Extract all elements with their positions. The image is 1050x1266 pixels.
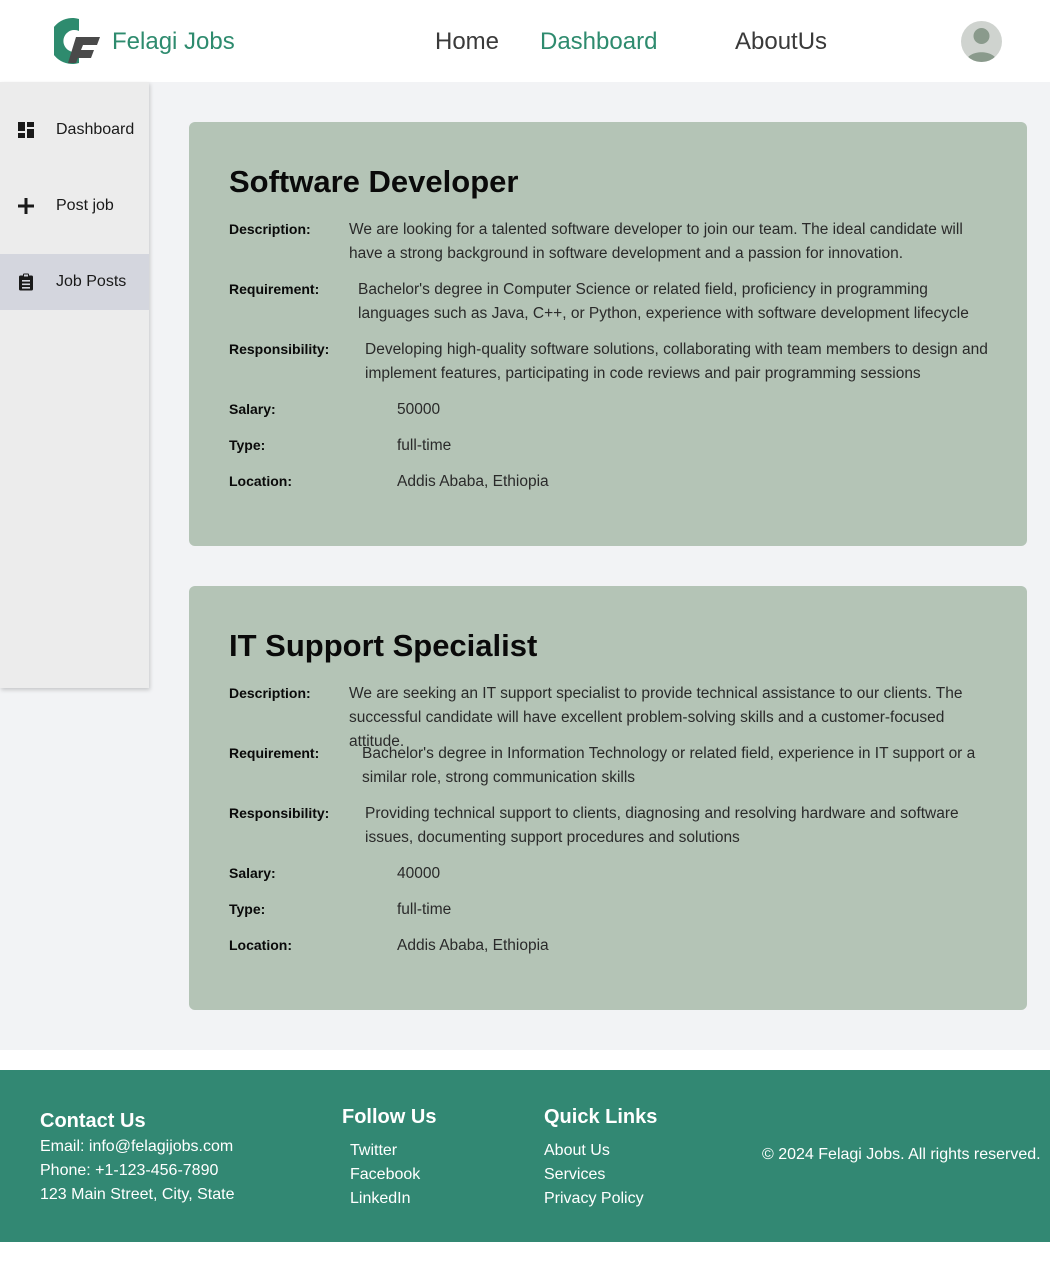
salary-value: 40000	[397, 865, 441, 882]
felagi-logo[interactable]	[49, 17, 104, 65]
sidebar-item-dashboard[interactable]: Dashboard	[0, 102, 149, 158]
follow-heading: Follow Us	[342, 1106, 437, 1128]
job-title: Software Developer	[229, 164, 519, 199]
contact-email: Email: info@felagijobs.com	[40, 1138, 234, 1155]
sidebar-item-label: Post job	[56, 197, 114, 214]
job-card: IT Support Specialist Description: We ar…	[189, 586, 1027, 1010]
description-label: Description:	[229, 685, 311, 701]
salary-label: Salary:	[229, 865, 276, 881]
requirement-label: Requirement:	[229, 745, 320, 761]
nav-home-link[interactable]: Home	[435, 28, 499, 56]
clipboard-icon	[17, 273, 35, 291]
contact-phone: Phone: +1-123-456-7890	[40, 1162, 219, 1179]
sidebar-item-job-posts[interactable]: Job Posts	[0, 254, 149, 310]
type-value: full-time	[397, 901, 452, 918]
linkedin-link[interactable]: LinkedIn	[350, 1190, 411, 1208]
type-label: Type:	[229, 901, 266, 917]
sidebar-item-label: Dashboard	[56, 121, 135, 138]
requirement-label: Requirement:	[229, 281, 320, 297]
facebook-link[interactable]: Facebook	[350, 1166, 420, 1184]
twitter-link[interactable]: Twitter	[350, 1142, 397, 1160]
sidebar-item-label: Job Posts	[56, 273, 127, 290]
job-title: IT Support Specialist	[229, 628, 538, 663]
sidebar-item-post-job[interactable]: Post job	[0, 178, 149, 234]
responsibility-value: Developing high-quality software solutio…	[365, 341, 988, 382]
quick-links-heading: Quick Links	[544, 1106, 658, 1128]
location-label: Location:	[229, 473, 292, 489]
sidebar: Dashboard Post job Job Posts	[0, 82, 149, 688]
top-header: Felagi Jobs Home Dashboard AboutUs	[0, 0, 1050, 82]
responsibility-value: Providing technical support to clients, …	[365, 805, 959, 846]
location-label: Location:	[229, 937, 292, 953]
about-us-link[interactable]: About Us	[544, 1142, 610, 1160]
nav-dashboard-link[interactable]: Dashboard	[540, 28, 657, 56]
copyright-text: © 2024 Felagi Jobs. All rights reserved.	[762, 1146, 1041, 1163]
salary-value: 50000	[397, 401, 441, 418]
main-area: Dashboard Post job Job Posts Software De…	[0, 82, 1050, 1050]
location-value: Addis Ababa, Ethiopia	[397, 473, 549, 490]
description-value: We are looking for a talented software d…	[349, 221, 963, 262]
requirement-value: Bachelor's degree in Computer Science or…	[358, 281, 969, 322]
requirement-value: Bachelor's degree in Information Technol…	[362, 745, 976, 786]
type-label: Type:	[229, 437, 266, 453]
privacy-policy-link[interactable]: Privacy Policy	[544, 1190, 644, 1208]
location-value: Addis Ababa, Ethiopia	[397, 937, 549, 954]
brand-name[interactable]: Felagi Jobs	[112, 28, 235, 56]
job-card: Software Developer Description: We are l…	[189, 122, 1027, 546]
site-footer: Contact Us Email: info@felagijobs.com Ph…	[0, 1070, 1050, 1242]
plus-icon	[17, 197, 35, 215]
nav-aboutus-link[interactable]: AboutUs	[735, 28, 827, 56]
responsibility-label: Responsibility:	[229, 805, 330, 821]
user-avatar[interactable]	[961, 21, 1002, 62]
dashboard-icon	[17, 121, 35, 139]
services-link[interactable]: Services	[544, 1166, 605, 1184]
responsibility-label: Responsibility:	[229, 341, 330, 357]
contact-address: 123 Main Street, City, State	[40, 1186, 235, 1203]
type-value: full-time	[397, 437, 452, 454]
contact-heading: Contact Us	[40, 1110, 146, 1132]
salary-label: Salary:	[229, 401, 276, 417]
description-label: Description:	[229, 221, 311, 237]
